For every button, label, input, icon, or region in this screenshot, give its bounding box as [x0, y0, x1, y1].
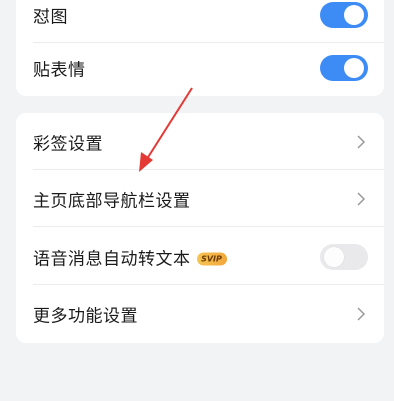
setting-label: 主页底部导航栏设置: [33, 191, 191, 211]
toggle-knob: [344, 4, 364, 25]
setting-row-caiqian[interactable]: 彩签设置: [16, 113, 384, 170]
chevron-right-icon: [357, 191, 366, 206]
setting-row-sticker[interactable]: 贴表情: [16, 39, 384, 96]
voice-to-text-toggle[interactable]: [320, 243, 368, 270]
setting-label: 彩签设置: [33, 134, 103, 154]
settings-card-top: 怼图 贴表情: [16, 0, 384, 96]
toggle-knob: [324, 246, 344, 267]
settings-card-main: 彩签设置 主页底部导航栏设置 语音消息自动转文本 SVIP 更多功能设置: [16, 113, 384, 343]
svip-badge: SVIP: [196, 252, 227, 266]
toggle-knob: [344, 57, 364, 78]
divider: [33, 226, 384, 227]
setting-row-voice-to-text[interactable]: 语音消息自动转文本 SVIP: [16, 228, 384, 285]
setting-label: 怼图: [33, 7, 68, 27]
setting-row-bottom-nav[interactable]: 主页底部导航栏设置: [16, 170, 384, 227]
setting-label: 语音消息自动转文本 SVIP: [33, 244, 227, 269]
sticker-toggle[interactable]: [320, 54, 368, 81]
chevron-right-icon: [357, 306, 366, 321]
chevron-right-icon: [357, 134, 366, 149]
setting-label: 更多功能设置: [33, 306, 138, 326]
duitu-toggle[interactable]: [320, 1, 368, 28]
setting-row-duitu[interactable]: 怼图: [16, 0, 384, 43]
setting-row-more[interactable]: 更多功能设置: [16, 285, 384, 342]
voice-to-text-label: 语音消息自动转文本: [33, 249, 191, 269]
setting-label: 贴表情: [33, 60, 86, 80]
